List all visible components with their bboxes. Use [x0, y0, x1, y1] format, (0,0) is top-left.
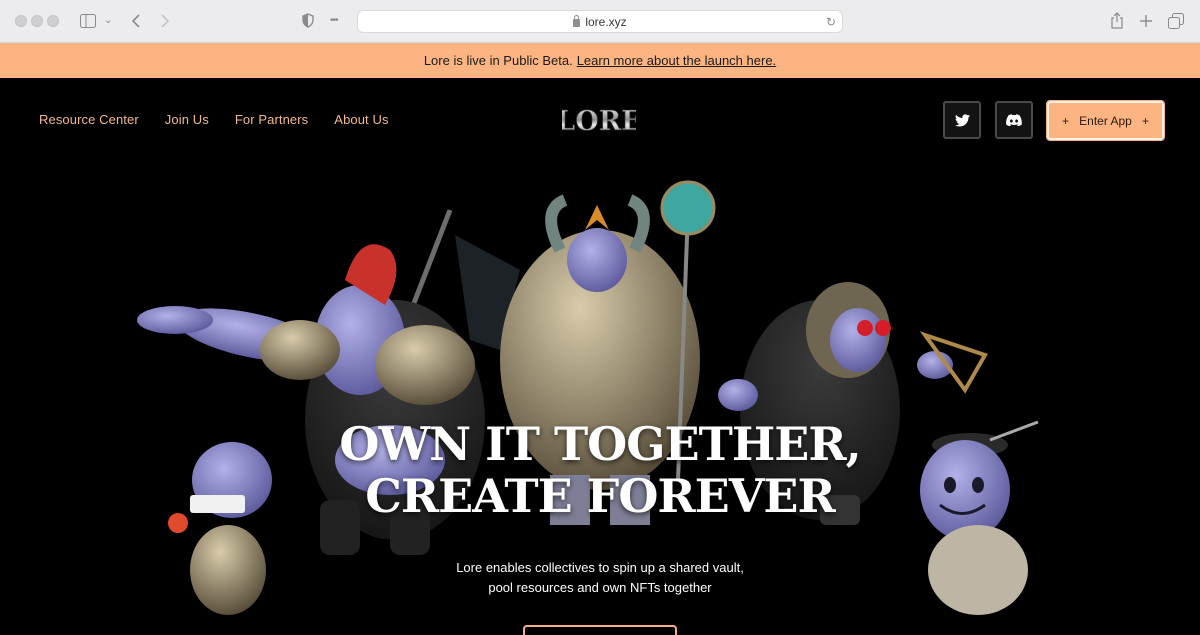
beta-banner: Lore is live in Public Beta. Learn more … — [0, 43, 1200, 78]
hero-headline: OWN IT TOGETHER, CREATE FOREVER — [0, 418, 1200, 522]
subheading-line-1: Lore enables collectives to spin up a sh… — [456, 560, 744, 575]
nav-for-partners[interactable]: For Partners — [235, 112, 308, 127]
tab-overview-icon[interactable] — [1168, 13, 1184, 29]
chevron-down-icon[interactable]: ⌄ — [104, 14, 112, 28]
forward-icon[interactable] — [160, 13, 170, 29]
plus-icon: + — [1062, 113, 1070, 128]
logo-text: LORE — [562, 106, 636, 137]
plus-icon: + — [1141, 113, 1149, 128]
hero-cta-button[interactable] — [523, 625, 677, 635]
nav-about-us[interactable]: About Us — [334, 112, 388, 127]
nav-join-us[interactable]: Join Us — [165, 112, 209, 127]
subheading-line-2: pool resources and own NFTs together — [488, 580, 712, 595]
main-nav: Resource Center Join Us For Partners Abo… — [39, 112, 389, 127]
lore-logo[interactable]: LORE — [562, 100, 636, 140]
back-icon[interactable] — [131, 13, 141, 29]
hero-subheading: Lore enables collectives to spin up a sh… — [0, 558, 1200, 598]
address-bar[interactable]: lore.xyz ↻ — [357, 10, 843, 33]
twitter-icon — [954, 113, 970, 126]
nav-resource-center[interactable]: Resource Center — [39, 112, 139, 127]
banner-text: Lore is live in Public Beta. — [423, 53, 573, 68]
enter-app-label: Enter App — [1079, 113, 1132, 128]
share-icon[interactable] — [1110, 12, 1124, 29]
minimize-window-button[interactable] — [31, 15, 43, 27]
discord-icon — [1006, 114, 1022, 126]
close-window-button[interactable] — [15, 15, 27, 27]
sidebar-icon[interactable] — [80, 14, 96, 28]
reload-icon[interactable]: ↻ — [826, 15, 836, 29]
new-tab-icon[interactable] — [1139, 14, 1153, 28]
twitter-button[interactable] — [943, 101, 981, 139]
enter-app-button[interactable]: + Enter App + — [1046, 100, 1165, 141]
headline-line-1: OWN IT TOGETHER, — [339, 417, 861, 471]
discord-button[interactable] — [995, 101, 1033, 139]
url-text: lore.xyz — [585, 14, 627, 29]
more-icon[interactable]: ••• — [330, 14, 338, 28]
shield-icon[interactable] — [302, 13, 314, 28]
headline-line-2: CREATE FOREVER — [365, 469, 835, 523]
zoom-window-button[interactable] — [47, 15, 59, 27]
lock-icon — [573, 14, 581, 27]
banner-launch-link[interactable]: Learn more about the launch here. — [577, 53, 776, 68]
browser-toolbar: ⌄ ••• lore.xyz ↻ — [0, 0, 1200, 43]
